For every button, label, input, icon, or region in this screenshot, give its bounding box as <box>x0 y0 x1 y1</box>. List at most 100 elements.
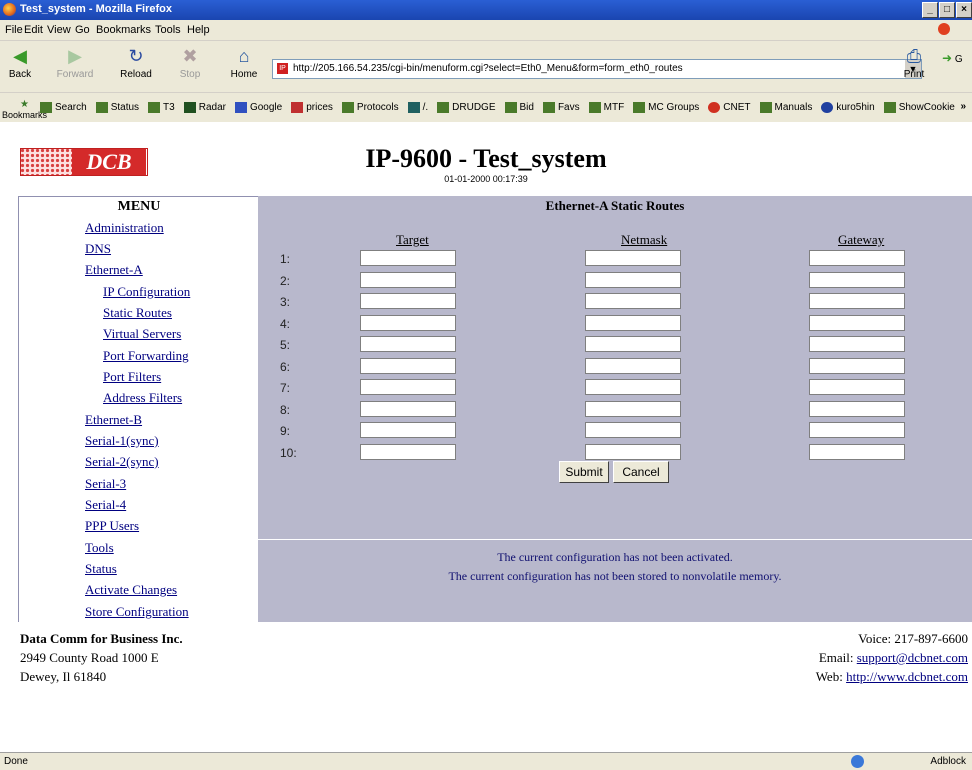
netmask-input-row-5[interactable] <box>585 336 681 352</box>
bookmark-bid[interactable]: Bid <box>504 102 534 113</box>
menu-item-address-filters[interactable]: Address Filters <box>103 390 182 406</box>
gateway-input-row-6[interactable] <box>809 357 905 374</box>
menu-item-port-filters[interactable]: Port Filters <box>103 369 161 385</box>
menu-item-administration[interactable]: Administration <box>85 220 164 236</box>
netmask-input-row-7[interactable] <box>585 379 681 395</box>
target-input-row-7[interactable] <box>360 379 456 395</box>
row-number: 10: <box>280 445 297 460</box>
submit-button[interactable]: Submit <box>559 461 609 483</box>
target-input-row-9[interactable] <box>360 422 456 438</box>
bookmark-slashdot[interactable]: /. <box>407 102 429 113</box>
netmask-input-row-8[interactable] <box>585 400 681 417</box>
bookmark-showcookie[interactable]: ShowCookie <box>883 102 955 113</box>
target-input-row-2[interactable] <box>360 271 456 288</box>
menu-bookmarks[interactable]: Bookmarks <box>96 24 151 36</box>
bookmark-drudge[interactable]: DRUDGE <box>437 102 496 113</box>
target-input-row-3[interactable] <box>360 293 456 309</box>
gateway-input-row-7[interactable] <box>809 379 905 395</box>
menu-item-tools[interactable]: Tools <box>85 540 114 556</box>
url-bar[interactable]: IP http://205.166.54.235/cgi-bin/menufor… <box>272 59 922 79</box>
menu-item-serial-2-sync[interactable]: Serial-2(sync) <box>85 454 159 470</box>
menu-item-ip-configuration[interactable]: IP Configuration <box>103 284 190 300</box>
bookmark-search[interactable]: Search <box>40 102 87 113</box>
forward-button[interactable]: ▶ Forward <box>55 45 95 80</box>
bookmark-protocols[interactable]: Protocols <box>341 102 399 113</box>
gateway-input-row-1[interactable] <box>809 250 905 266</box>
netmask-input-row-6[interactable] <box>585 357 681 374</box>
menu-item-dns[interactable]: DNS <box>85 241 111 257</box>
menu-help[interactable]: Help <box>187 24 210 36</box>
adblock-button[interactable]: Adblock <box>930 756 966 767</box>
gateway-input-row-3[interactable] <box>809 293 905 309</box>
email-link[interactable]: support@dcbnet.com <box>857 650 968 665</box>
menu-item-serial-1-sync[interactable]: Serial-1(sync) <box>85 433 159 449</box>
netmask-input-row-2[interactable] <box>585 271 681 288</box>
gateway-input-row-5[interactable] <box>809 336 905 352</box>
gateway-input-row-10[interactable] <box>809 443 905 460</box>
menu-item-ppp-users[interactable]: PPP Users <box>85 518 139 534</box>
netmask-input-row-1[interactable] <box>585 250 681 266</box>
close-button[interactable]: × <box>956 2 972 18</box>
url-text[interactable]: http://205.166.54.235/cgi-bin/menuform.c… <box>293 60 893 78</box>
folder-icon <box>40 102 52 113</box>
menu-item-serial-3[interactable]: Serial-3 <box>85 476 126 492</box>
menu-item-status[interactable]: Status <box>85 561 117 577</box>
netmask-input-row-9[interactable] <box>585 422 681 438</box>
print-label: Print <box>903 69 925 80</box>
company-name: Data Comm for Business Inc. <box>20 631 183 646</box>
bookmark-cnet[interactable]: CNET <box>708 102 751 113</box>
status-bar: Done Adblock <box>0 752 972 770</box>
bookmark-t3[interactable]: T3 <box>148 102 175 113</box>
gateway-input-row-2[interactable] <box>809 271 905 288</box>
netmask-input-row-3[interactable] <box>585 293 681 309</box>
menu-item-ethernet-a[interactable]: Ethernet-A <box>85 262 143 278</box>
reload-button[interactable]: ↻ Reload <box>116 45 156 80</box>
bookmark-status[interactable]: Status <box>95 102 139 113</box>
bookmark-label: /. <box>422 102 429 113</box>
bookmark-kuro5hin[interactable]: kuro5hin <box>821 102 875 113</box>
target-input-row-1[interactable] <box>360 250 456 266</box>
netmask-input-row-4[interactable] <box>585 314 681 331</box>
menu-heading: MENU <box>117 199 161 214</box>
target-input-row-10[interactable] <box>360 443 456 460</box>
bookmark-prices[interactable]: prices <box>291 102 333 113</box>
menu-item-ethernet-b[interactable]: Ethernet-B <box>85 412 142 428</box>
target-input-row-5[interactable] <box>360 336 456 352</box>
menu-edit[interactable]: Edit <box>24 24 43 36</box>
menu-item-activate-changes[interactable]: Activate Changes <box>85 582 177 598</box>
menu-view[interactable]: View <box>47 24 71 36</box>
stop-button[interactable]: ✖ Stop <box>170 45 210 80</box>
gateway-input-row-9[interactable] <box>809 422 905 438</box>
minimize-button[interactable]: _ <box>922 2 938 18</box>
go-button[interactable]: ➜ G <box>942 51 972 65</box>
bookmark-manuals[interactable]: Manuals <box>759 102 812 113</box>
bookmark-mc-groups[interactable]: MC Groups <box>633 102 699 113</box>
bookmark-mtf[interactable]: MTF <box>588 102 624 113</box>
gateway-input-row-4[interactable] <box>809 314 905 331</box>
menu-item-virtual-servers[interactable]: Virtual Servers <box>103 326 181 342</box>
target-input-row-4[interactable] <box>360 314 456 331</box>
target-input-row-6[interactable] <box>360 357 456 374</box>
home-button[interactable]: ⌂ Home <box>224 45 264 80</box>
menu-item-static-routes[interactable]: Static Routes <box>103 305 172 321</box>
menu-item-port-forwarding[interactable]: Port Forwarding <box>103 348 189 364</box>
menu-go[interactable]: Go <box>75 24 90 36</box>
bookmark-radar[interactable]: Radar <box>183 102 226 113</box>
bookmark-label: Google <box>249 102 283 113</box>
menu-file[interactable]: File <box>5 24 23 36</box>
back-button[interactable]: ◀ Back <box>0 45 40 80</box>
web-link[interactable]: http://www.dcbnet.com <box>846 669 968 684</box>
netmask-input-row-10[interactable] <box>585 443 681 460</box>
bookmark-favs[interactable]: Favs <box>542 102 580 113</box>
print-button[interactable]: ⎙ Print <box>896 45 932 80</box>
maximize-button[interactable]: □ <box>939 2 955 18</box>
bookmarks-overflow-button[interactable]: » <box>960 101 966 112</box>
menu-tools[interactable]: Tools <box>155 24 181 36</box>
menu-item-serial-4[interactable]: Serial-4 <box>85 497 126 513</box>
gateway-input-row-8[interactable] <box>809 400 905 417</box>
bookmark-items: Search Status T3 Radar Google prices Pro… <box>40 102 964 113</box>
bookmark-google[interactable]: Google <box>234 102 283 113</box>
target-input-row-8[interactable] <box>360 400 456 417</box>
menu-item-store-configuration[interactable]: Store Configuration <box>85 604 189 620</box>
cancel-button[interactable]: Cancel <box>613 461 669 483</box>
